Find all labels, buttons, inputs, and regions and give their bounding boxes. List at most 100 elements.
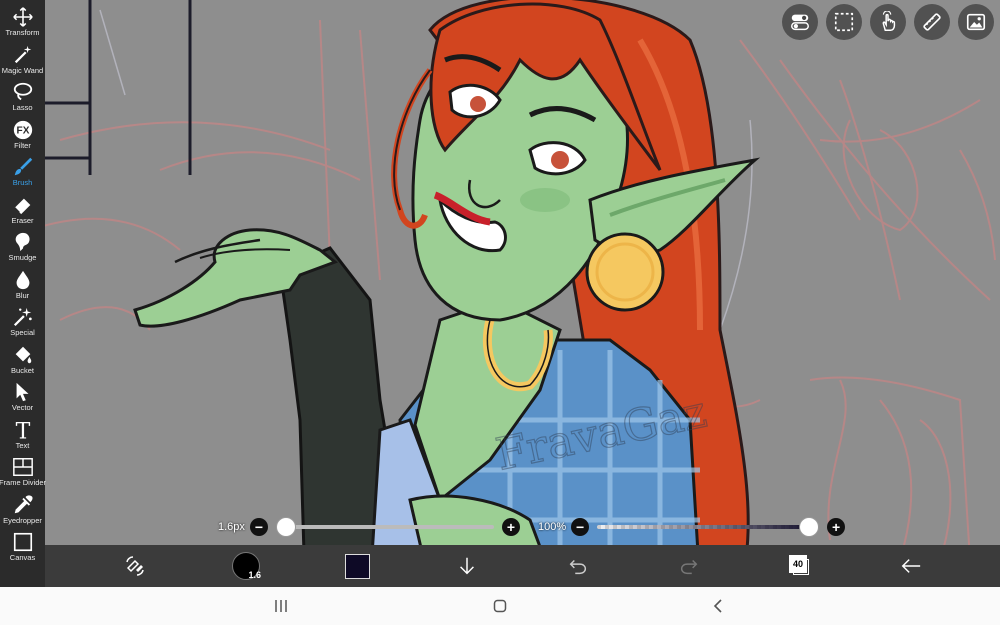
opacity-slider[interactable] xyxy=(597,517,820,537)
opacity-value: 100% xyxy=(538,521,567,533)
artwork: FravaGaz xyxy=(29,0,996,587)
selection-button[interactable] xyxy=(826,4,862,40)
save-down-button[interactable] xyxy=(455,545,479,587)
tool-blur[interactable]: Blur xyxy=(0,266,45,304)
tool-label: Transform xyxy=(5,28,40,37)
tool-lasso[interactable]: Lasso xyxy=(0,78,45,116)
brush-size-minus-button[interactable]: − xyxy=(249,518,268,536)
layers-button[interactable]: 40 xyxy=(788,545,812,587)
svg-text:FX: FX xyxy=(16,125,29,136)
tool-filter[interactable]: FX Filter xyxy=(0,116,45,154)
brush-preview-value: 1.6 xyxy=(248,570,261,580)
cursor-arrow-icon xyxy=(16,382,28,402)
tool-bucket[interactable]: Bucket xyxy=(0,341,45,379)
tool-eyedropper[interactable]: Eyedropper xyxy=(0,491,45,529)
tool-label: Eyedropper xyxy=(3,515,42,525)
tool-magic-wand[interactable]: Magic Wand xyxy=(0,41,45,79)
tool-label: Special xyxy=(10,328,35,337)
tool-label: Lasso xyxy=(12,103,33,112)
tool-label: Vector xyxy=(11,403,34,412)
brush-size-plus-button[interactable]: + xyxy=(501,518,520,536)
smudge-icon xyxy=(15,232,30,252)
tool-label: Bucket xyxy=(11,365,34,375)
brush-preview-circle: 1.6 xyxy=(232,552,261,580)
tool-special[interactable]: Special xyxy=(0,303,45,341)
bucket-icon xyxy=(15,346,31,363)
layers-icon: 40 xyxy=(789,555,811,577)
fx-icon: FX xyxy=(13,120,32,139)
tool-frame-divider[interactable]: Frame Divider xyxy=(0,453,47,491)
brush-size-slider-row: 1.6px − + xyxy=(218,517,520,537)
current-color-swatch xyxy=(344,553,370,579)
selection-icon xyxy=(834,12,854,32)
tool-label: Smudge xyxy=(8,253,37,262)
swap-tools-button[interactable] xyxy=(120,545,150,587)
brush-size-value: 1.6px xyxy=(218,521,245,533)
sparkle-icon xyxy=(13,307,32,327)
ruler-button[interactable] xyxy=(914,4,950,40)
tool-label: Canvas xyxy=(9,553,36,562)
image-icon xyxy=(966,13,986,31)
tool-label: Frame Divider xyxy=(0,478,47,487)
touch-hand-icon xyxy=(882,11,896,31)
layers-count: 40 xyxy=(789,555,807,573)
tool-smudge[interactable]: Smudge xyxy=(0,228,45,266)
ruler-icon xyxy=(923,13,941,31)
tool-label: Brush xyxy=(12,178,33,187)
eyedropper-icon xyxy=(14,494,33,513)
brush-preview-button[interactable]: 1.6 xyxy=(231,545,261,587)
tool-brush[interactable]: Brush xyxy=(0,153,45,191)
tool-sidebar: Transform Magic Wand Lasso FX Filter Brush Era… xyxy=(0,0,47,587)
system-navigation-bar xyxy=(0,587,1000,625)
lasso-icon xyxy=(13,82,32,101)
drop-icon xyxy=(16,270,29,289)
text-t-icon: T xyxy=(15,419,30,441)
canvas-icon xyxy=(13,532,32,552)
tool-eraser[interactable]: Eraser xyxy=(0,191,45,229)
tool-label: Magic Wand xyxy=(1,65,44,75)
opacity-minus-button[interactable]: − xyxy=(571,518,590,536)
toggle-settings-icon xyxy=(791,14,809,31)
brush-eraser-switch-icon xyxy=(126,556,144,576)
tool-vector[interactable]: Vector xyxy=(0,378,45,416)
tool-label: Eraser xyxy=(11,215,34,225)
tool-text[interactable]: T Text xyxy=(0,416,45,454)
tool-label: Filter xyxy=(14,140,31,150)
nav-back-button[interactable] xyxy=(699,587,739,625)
back-chevron-icon xyxy=(713,599,722,613)
toggle-settings-button[interactable] xyxy=(782,4,818,40)
move-arrows-icon xyxy=(12,7,33,27)
undo-icon xyxy=(569,559,587,575)
opacity-slider-knob[interactable] xyxy=(799,517,820,537)
recent-apps-button[interactable] xyxy=(261,587,301,625)
recent-apps-icon xyxy=(275,600,287,612)
touch-hand-button[interactable] xyxy=(870,4,906,40)
magic-wand-icon xyxy=(14,45,31,63)
svg-text:T: T xyxy=(15,419,30,441)
home-icon xyxy=(493,599,507,613)
image-button[interactable] xyxy=(958,4,994,40)
opacity-plus-button[interactable]: + xyxy=(827,518,846,536)
undo-button[interactable] xyxy=(566,545,590,587)
brush-icon xyxy=(14,157,32,176)
tool-canvas[interactable]: Canvas xyxy=(0,528,45,566)
redo-icon xyxy=(680,559,698,575)
left-arrow-icon xyxy=(901,559,921,573)
color-swatch-button[interactable] xyxy=(343,545,371,587)
app-window: FravaGaz Transform Magic Wand Lasso FX Filte… xyxy=(0,0,1000,625)
frame-divider-icon xyxy=(12,458,33,476)
back-button[interactable] xyxy=(898,545,924,587)
tool-label: Blur xyxy=(15,290,30,300)
brush-size-slider-knob[interactable] xyxy=(275,517,296,537)
brush-size-slider[interactable] xyxy=(275,517,494,537)
home-button[interactable] xyxy=(480,587,520,625)
redo-button[interactable] xyxy=(677,545,701,587)
drawing-canvas[interactable]: FravaGaz xyxy=(0,0,1000,587)
bottom-toolbar: 1.6 40 xyxy=(45,545,1000,587)
tool-transform[interactable]: Transform xyxy=(0,3,45,41)
down-arrow-icon xyxy=(460,557,474,575)
top-right-toolbar xyxy=(782,4,994,40)
eraser-icon xyxy=(13,198,30,214)
tool-label: Text xyxy=(15,440,30,450)
opacity-slider-row: 100% − + xyxy=(538,517,846,537)
